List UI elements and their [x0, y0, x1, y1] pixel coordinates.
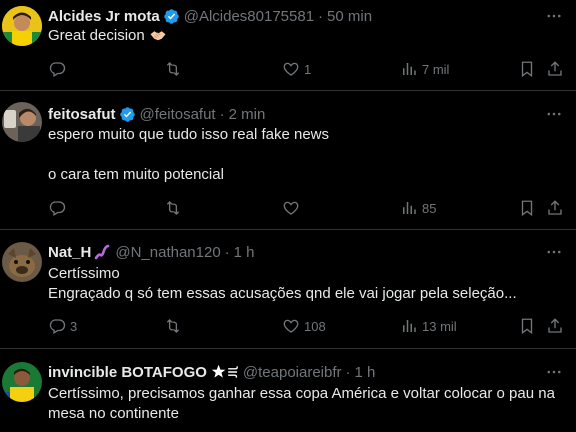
tweet-3[interactable]: Nat_H @N_nathan120 · 1 h Certíssimo Engr…: [0, 231, 576, 349]
handle[interactable]: @N_nathan120: [115, 244, 220, 261]
display-name[interactable]: Nat_H: [48, 244, 91, 261]
reply-feed: Alcides Jr mota @Alcides80175581 · 50 mi…: [0, 0, 576, 432]
tweet-header: Nat_H @N_nathan120 · 1 h: [48, 242, 255, 262]
tweet-text-line: Certíssimo: [48, 265, 120, 282]
tweet-text-line: o cara tem muito potencial: [48, 166, 224, 183]
views-button[interactable]: 7 mil: [400, 60, 449, 78]
tweet-text-line: espero muito que tudo isso real fake new…: [48, 126, 329, 143]
handshake-emoji-icon: [150, 31, 166, 41]
worm-emoji-icon: [95, 244, 110, 260]
avatar[interactable]: [2, 362, 42, 402]
tweet-text-line: Great decision: [48, 27, 145, 44]
reply-icon: [49, 201, 66, 216]
tweet-text-line: Engraçado q só tem essas acusações qnd e…: [48, 285, 517, 302]
reply-button[interactable]: [48, 199, 70, 217]
display-name[interactable]: Alcides Jr mota: [48, 8, 160, 25]
share-button[interactable]: [546, 199, 564, 217]
like-button[interactable]: 1: [282, 60, 311, 78]
star-wind-emoji-icon: [211, 364, 238, 378]
like-button[interactable]: 108: [282, 317, 326, 335]
display-name[interactable]: feitosafut: [48, 106, 116, 123]
action-bar: 1 7 mil: [48, 60, 576, 80]
tweet-1[interactable]: Alcides Jr mota @Alcides80175581 · 50 mi…: [0, 0, 576, 91]
tweet-header: invincible BOTAFOGO @teapoiareibfr · 1 h: [48, 362, 375, 382]
more-options-icon[interactable]: [544, 242, 564, 262]
separator: ·: [224, 243, 230, 261]
separator: ·: [318, 7, 324, 25]
share-icon: [548, 200, 562, 215]
share-icon: [548, 318, 562, 333]
action-bar: 85: [48, 199, 576, 219]
share-button[interactable]: [546, 317, 564, 335]
reply-icon: [49, 319, 66, 334]
tweet-text: Certíssimo, precisamos ganhar essa copa …: [48, 384, 562, 424]
separator: ·: [345, 363, 351, 381]
reply-icon: [49, 62, 66, 77]
like-button[interactable]: [282, 199, 304, 217]
verified-badge-icon: [163, 8, 179, 24]
tweet-text: Certíssimo Engraçado q só tem essas acus…: [48, 264, 562, 304]
tweet-text: espero muito que tudo isso real fake new…: [48, 125, 562, 185]
display-name[interactable]: invincible BOTAFOGO: [48, 364, 207, 381]
more-options-icon[interactable]: [544, 104, 564, 124]
retweet-button[interactable]: [164, 199, 186, 217]
retweet-button[interactable]: [164, 317, 186, 335]
tweet-text: Great decision: [48, 26, 562, 46]
separator: ·: [219, 105, 225, 123]
share-button[interactable]: [546, 60, 564, 78]
tweet-text-line: Certíssimo, precisamos ganhar essa copa …: [48, 385, 555, 402]
retweet-icon: [166, 62, 180, 76]
tweet-header: feitosafut @feitosafut · 2 min: [48, 104, 265, 124]
handle[interactable]: @Alcides80175581: [184, 8, 314, 25]
bookmark-icon: [521, 318, 533, 335]
retweet-icon: [166, 201, 180, 215]
views-chart-icon: [403, 202, 416, 214]
tweet-2[interactable]: feitosafut @feitosafut · 2 min espero mu…: [0, 92, 576, 230]
timestamp[interactable]: 2 min: [229, 106, 266, 123]
tweet-4[interactable]: invincible BOTAFOGO @teapoiareibfr · 1 h…: [0, 350, 576, 432]
more-options-icon[interactable]: [544, 362, 564, 382]
handle[interactable]: @feitosafut: [140, 106, 216, 123]
views-chart-icon: [403, 63, 416, 75]
action-bar: 3 108 13 mil: [48, 317, 576, 337]
bookmark-button[interactable]: [518, 317, 536, 335]
timestamp[interactable]: 1 h: [234, 244, 255, 261]
views-button[interactable]: 85: [400, 199, 436, 217]
timestamp[interactable]: 1 h: [355, 364, 376, 381]
bookmark-button[interactable]: [518, 199, 536, 217]
bookmark-icon: [521, 200, 533, 217]
retweet-button[interactable]: [164, 60, 186, 78]
avatar[interactable]: [2, 242, 42, 282]
avatar[interactable]: [2, 6, 42, 46]
handle[interactable]: @teapoiareibfr: [243, 364, 342, 381]
bookmark-icon: [521, 61, 533, 78]
views-button[interactable]: 13 mil: [400, 317, 457, 335]
reply-button[interactable]: 3: [48, 317, 77, 335]
timestamp[interactable]: 50 min: [327, 8, 372, 25]
tweet-text-line: mesa no continente: [48, 405, 179, 422]
heart-icon: [283, 62, 299, 76]
tweet-header: Alcides Jr mota @Alcides80175581 · 50 mi…: [48, 6, 372, 26]
avatar[interactable]: [2, 102, 42, 142]
heart-icon: [283, 319, 299, 333]
heart-icon: [283, 201, 299, 215]
more-options-icon[interactable]: [544, 6, 564, 26]
bookmark-button[interactable]: [518, 60, 536, 78]
verified-badge-icon: [119, 106, 135, 122]
reply-button[interactable]: [48, 60, 70, 78]
share-icon: [548, 61, 562, 76]
retweet-icon: [166, 319, 180, 333]
views-chart-icon: [403, 320, 416, 332]
